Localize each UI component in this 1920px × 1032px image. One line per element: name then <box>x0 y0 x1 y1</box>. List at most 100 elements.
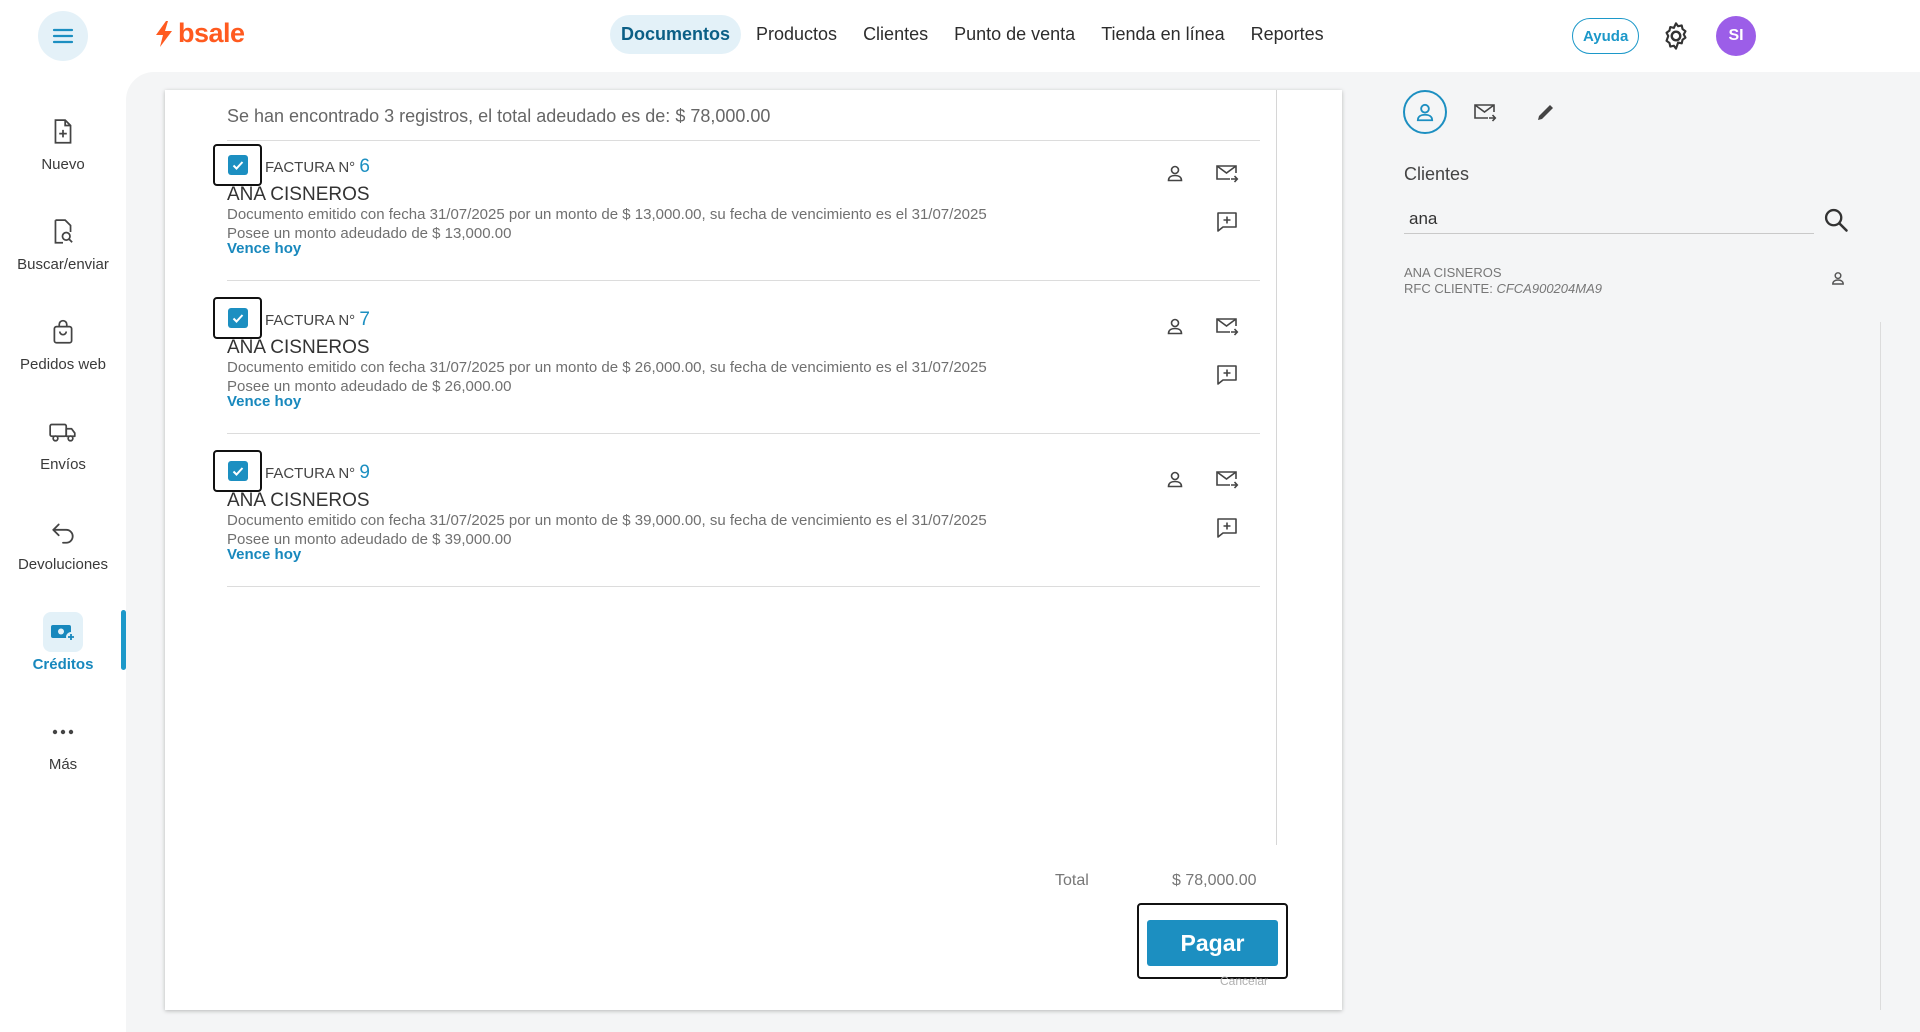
mail-forward-icon <box>1216 165 1239 183</box>
client-name: ANA CISNEROS <box>227 184 370 205</box>
invoice-type: FACTURA N° <box>265 465 356 482</box>
invoice-number[interactable]: 7 <box>359 309 370 330</box>
user-avatar[interactable]: SI <box>1716 16 1756 56</box>
help-button[interactable]: Ayuda <box>1572 18 1640 54</box>
invoice-title: FACTURA N° 7 <box>265 309 370 331</box>
invoice-checkbox[interactable] <box>213 144 262 186</box>
invoice-item: FACTURA N° 9 ANA CISNEROS Documento emit… <box>213 450 1263 600</box>
left-sidebar: Nuevo Buscar/enviar Pedidos web Envíos D… <box>0 72 126 1032</box>
add-comment-button[interactable] <box>1213 514 1241 542</box>
sidebar-item-envios[interactable]: Envíos <box>0 412 126 492</box>
add-comment-button[interactable] <box>1213 208 1241 236</box>
rfc-label: RFC CLIENTE: <box>1404 281 1493 296</box>
sidebar-item-nuevo[interactable]: Nuevo <box>0 112 126 192</box>
sidebar-item-devoluciones[interactable]: Devoluciones <box>0 512 126 592</box>
person-icon <box>1416 103 1434 122</box>
invoice-type: FACTURA N° <box>265 312 356 329</box>
divider <box>227 586 1260 587</box>
nav-tienda-en-linea[interactable]: Tienda en línea <box>1090 15 1235 54</box>
truck-icon <box>49 423 76 442</box>
invoice-detail: Documento emitido con fecha 31/07/2025 p… <box>227 359 987 376</box>
invoice-detail: Documento emitido con fecha 31/07/2025 p… <box>227 512 987 529</box>
rfc-value: CFCA900204MA9 <box>1496 281 1602 296</box>
check-icon <box>232 161 243 170</box>
search-document-icon <box>54 219 73 244</box>
due-status: Vence hoy <box>227 240 302 257</box>
brand-name: bsale <box>178 18 245 48</box>
invoice-item: FACTURA N° 7 ANA CISNEROS Documento emit… <box>213 297 1263 447</box>
more-icon <box>52 729 74 735</box>
summary-text: Se han encontrado 3 registros, el total … <box>227 106 771 126</box>
top-navigation: Documentos Productos Clientes Punto de v… <box>610 15 1335 54</box>
check-icon <box>232 314 243 323</box>
sidebar-label: Pedidos web <box>20 356 106 373</box>
return-arrow-icon <box>52 523 74 544</box>
add-comment-button[interactable] <box>1213 361 1241 389</box>
due-status: Vence hoy <box>227 393 302 410</box>
nav-reportes[interactable]: Reportes <box>1240 15 1335 54</box>
bolt-logo-icon <box>156 20 172 47</box>
person-icon <box>1167 165 1183 182</box>
sidebar-item-buscar-enviar[interactable]: Buscar/enviar <box>0 212 126 292</box>
sidebar-label: Nuevo <box>41 156 85 173</box>
add-comment-icon <box>1217 212 1237 232</box>
tab-clients[interactable] <box>1403 90 1447 134</box>
client-result[interactable]: ANA CISNEROS RFC CLIENTE: CFCA900204MA9 <box>1404 265 1602 297</box>
new-document-icon <box>54 119 72 144</box>
sidebar-item-mas[interactable]: Más <box>0 712 126 792</box>
client-button[interactable] <box>1161 159 1189 187</box>
send-email-button[interactable] <box>1213 312 1241 340</box>
client-search-input[interactable] <box>1404 204 1814 234</box>
tab-edit[interactable] <box>1524 90 1568 134</box>
cancel-link[interactable]: Cancelar <box>1220 974 1268 988</box>
nav-punto-de-venta[interactable]: Punto de venta <box>943 15 1086 54</box>
gear-icon[interactable] <box>1660 20 1692 52</box>
add-comment-icon <box>1217 365 1237 385</box>
invoice-type: FACTURA N° <box>265 159 356 176</box>
send-email-button[interactable] <box>1213 465 1241 493</box>
sidebar-item-creditos[interactable]: Créditos <box>0 612 126 692</box>
add-comment-icon <box>1217 518 1237 538</box>
total-label: Total <box>1055 872 1089 889</box>
nav-documentos[interactable]: Documentos <box>610 15 742 54</box>
mail-forward-icon <box>1474 104 1497 122</box>
client-button[interactable] <box>1161 312 1189 340</box>
divider <box>227 280 1260 281</box>
person-icon[interactable] <box>1830 270 1846 286</box>
brand-logo[interactable]: bsale <box>154 18 245 49</box>
clients-title: Clientes <box>1404 164 1470 184</box>
invoice-detail: Documento emitido con fecha 31/07/2025 p… <box>227 206 987 223</box>
invoice-checkbox[interactable] <box>213 450 262 492</box>
person-icon <box>1167 471 1183 488</box>
nav-productos[interactable]: Productos <box>745 15 848 54</box>
person-icon <box>1167 318 1183 335</box>
panel-divider <box>1880 322 1881 1010</box>
nav-clientes[interactable]: Clientes <box>852 15 939 54</box>
due-status: Vence hoy <box>227 546 302 563</box>
invoice-number[interactable]: 6 <box>359 156 370 177</box>
menu-button[interactable] <box>38 11 88 61</box>
shopping-bag-icon <box>53 319 73 344</box>
panel-divider <box>1276 90 1277 845</box>
client-name: ANA CISNEROS <box>227 337 370 358</box>
sidebar-label: Devoluciones <box>17 556 109 573</box>
total-value: $ 78,000.00 <box>1172 872 1257 889</box>
divider <box>227 140 1260 141</box>
invoice-checkbox[interactable] <box>213 297 262 339</box>
client-button[interactable] <box>1161 465 1189 493</box>
top-bar: bsale Documentos Productos Clientes Punt… <box>0 0 1920 72</box>
sidebar-label: Envíos <box>40 456 86 473</box>
search-icon[interactable] <box>1822 206 1850 234</box>
client-name: ANA CISNEROS <box>227 490 370 511</box>
invoice-number[interactable]: 9 <box>359 462 370 483</box>
hamburger-icon <box>52 28 74 44</box>
divider <box>227 433 1260 434</box>
invoice-title: FACTURA N° 9 <box>265 462 370 484</box>
credits-icon <box>51 625 76 642</box>
mail-forward-icon <box>1216 471 1239 489</box>
invoice-title: FACTURA N° 6 <box>265 156 370 178</box>
tab-email[interactable] <box>1463 90 1507 134</box>
send-email-button[interactable] <box>1213 159 1241 187</box>
sidebar-item-pedidos-web[interactable]: Pedidos web <box>0 312 126 392</box>
pay-button[interactable]: Pagar <box>1147 920 1278 966</box>
